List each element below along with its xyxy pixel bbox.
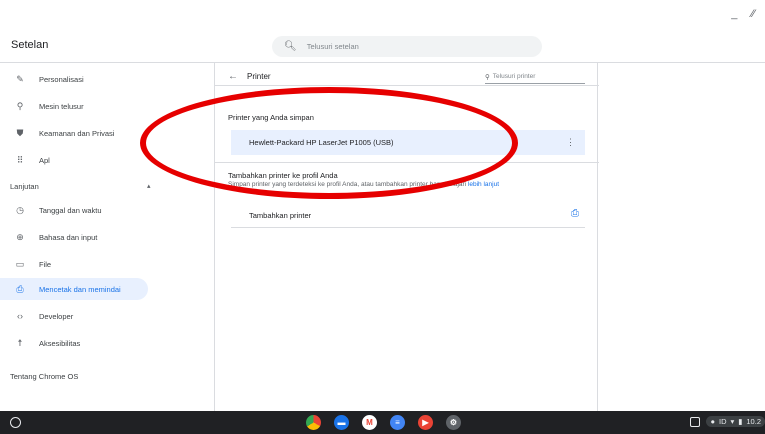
notification-icon: ● (710, 417, 715, 426)
learn-more-link[interactable]: lebih lanjut (468, 181, 499, 188)
saved-printer-row[interactable]: Hewlett-Packard HP LaserJet P1005 (USB) … (231, 130, 585, 155)
docs-icon[interactable]: ≡ (390, 415, 405, 430)
sidebar-item-label: Mencetak dan memindai (39, 284, 121, 294)
saved-printer-name: Hewlett-Packard HP LaserJet P1005 (USB) (249, 138, 394, 147)
section-divider (215, 162, 599, 163)
page-title: Printer (247, 72, 271, 81)
add-printer-label: Tambahkan printer (249, 210, 312, 220)
files-icon[interactable]: ▬ (334, 415, 349, 430)
settings-header: Setelan 🔍︎ Telusuri setelan (0, 30, 765, 62)
sidebar-item-apl[interactable]: ⠿ Apl (0, 149, 148, 171)
sidebar-item-aksesibilitas[interactable]: ☨ Aksesibilitas (0, 332, 148, 354)
search-icon: ⚲ (16, 100, 24, 111)
printer-panel: ← Printer ⚲ Telusuri printer Printer yan… (214, 63, 599, 411)
settings-icon[interactable]: ⚙ (446, 415, 461, 430)
chevron-up-icon[interactable]: ▴ (147, 182, 151, 190)
youtube-icon[interactable]: ▶ (418, 415, 433, 430)
settings-search-input[interactable]: 🔍︎ Telusuri setelan (272, 36, 542, 57)
sidebar-item-label: Tanggal dan waktu (39, 205, 102, 215)
sidebar: ✎ Personalisasi ⚲ Mesin telusur ⛊ Keaman… (0, 63, 214, 411)
gmail-icon[interactable]: M (362, 415, 377, 430)
printer-icon: ⎙ (16, 283, 24, 294)
status-tray[interactable]: ● ID ▾ ▮ 10.2 (690, 416, 765, 427)
search-icon: 🔍︎ (284, 41, 297, 52)
panel-header-divider (215, 85, 599, 86)
window-controls: _ ⁄⁄ (731, 8, 755, 20)
globe-icon: ⊕ (16, 231, 24, 242)
sidebar-item-tanggal[interactable]: ◷ Tanggal dan waktu (0, 199, 148, 221)
sidebar-item-label: Personalisasi (39, 74, 84, 84)
shelf: ▬ M ≡ ▶ ⚙ ● ID ▾ ▮ 10.2 (0, 411, 765, 434)
screen-capture-icon[interactable] (690, 416, 701, 427)
launcher-button[interactable] (10, 417, 21, 428)
add-printers-heading: Tambahkan printer ke profil Anda (228, 171, 338, 180)
app-title: Setelan (11, 39, 49, 51)
wifi-icon: ▾ (730, 417, 735, 426)
sidebar-item-mesin-telusur[interactable]: ⚲ Mesin telusur (0, 95, 148, 117)
printer-search-input[interactable]: ⚲ Telusuri printer (485, 70, 585, 84)
battery-icon: ▮ (738, 417, 743, 426)
sidebar-item-label: Apl (39, 155, 50, 165)
sidebar-item-keamanan[interactable]: ⛊ Keamanan dan Privasi (0, 122, 148, 144)
window-extra-icon[interactable]: ⁄⁄ (751, 8, 755, 20)
code-icon: ‹› (17, 311, 23, 321)
sidebar-item-label: File (39, 259, 52, 269)
clock-icon: ◷ (16, 204, 24, 215)
folder-icon: ▭ (15, 258, 25, 269)
minimize-button[interactable]: _ (731, 8, 737, 20)
sidebar-item-label: Mesin telusur (39, 101, 84, 111)
sidebar-item-label: Aksesibilitas (39, 338, 81, 348)
advanced-section-toggle[interactable]: Lanjutan (10, 182, 39, 191)
saved-printers-heading: Printer yang Anda simpan (228, 113, 314, 122)
add-printers-description: Simpan printer yang terdeteksi ke profil… (228, 181, 500, 188)
sidebar-item-label: Developer (39, 311, 74, 321)
sidebar-item-label: Bahasa dan input (39, 232, 98, 242)
sidebar-item-bahasa[interactable]: ⊕ Bahasa dan input (0, 226, 148, 248)
accessibility-icon: ☨ (17, 337, 23, 348)
printer-search-placeholder: Telusuri printer (492, 73, 536, 80)
clock-time: 10.2 (746, 417, 761, 426)
obscured-text: Pelajari (444, 181, 467, 188)
sidebar-item-mencetak[interactable]: ⎙ Mencetak dan memindai (0, 278, 148, 300)
ime-indicator: ID (718, 417, 727, 426)
sidebar-item-personalisasi[interactable]: ✎ Personalisasi (0, 68, 148, 90)
shield-icon: ⛊ (16, 127, 24, 138)
pencil-icon: ✎ (16, 73, 24, 84)
apps-grid-icon: ⠿ (16, 154, 24, 165)
shelf-apps: ▬ M ≡ ▶ ⚙ (306, 415, 461, 430)
sidebar-item-developer[interactable]: ‹› Developer (0, 305, 148, 327)
add-printer-row[interactable]: Tambahkan printer ⎙ (231, 203, 585, 228)
sidebar-item-label: Keamanan dan Privasi (39, 128, 115, 138)
search-placeholder: Telusuri setelan (306, 42, 359, 51)
sidebar-item-file[interactable]: ▭ File (0, 253, 148, 275)
sidebar-item-about[interactable]: Tentang Chrome OS (10, 372, 78, 381)
status-area[interactable]: ● ID ▾ ▮ 10.2 (706, 416, 765, 427)
chrome-icon[interactable] (306, 415, 321, 430)
more-vert-icon[interactable]: ⋮ (566, 137, 575, 148)
back-arrow-icon[interactable]: ← (228, 71, 238, 82)
add-printer-icon[interactable]: ⎙ (571, 208, 579, 219)
search-icon: ⚲ (485, 73, 490, 81)
